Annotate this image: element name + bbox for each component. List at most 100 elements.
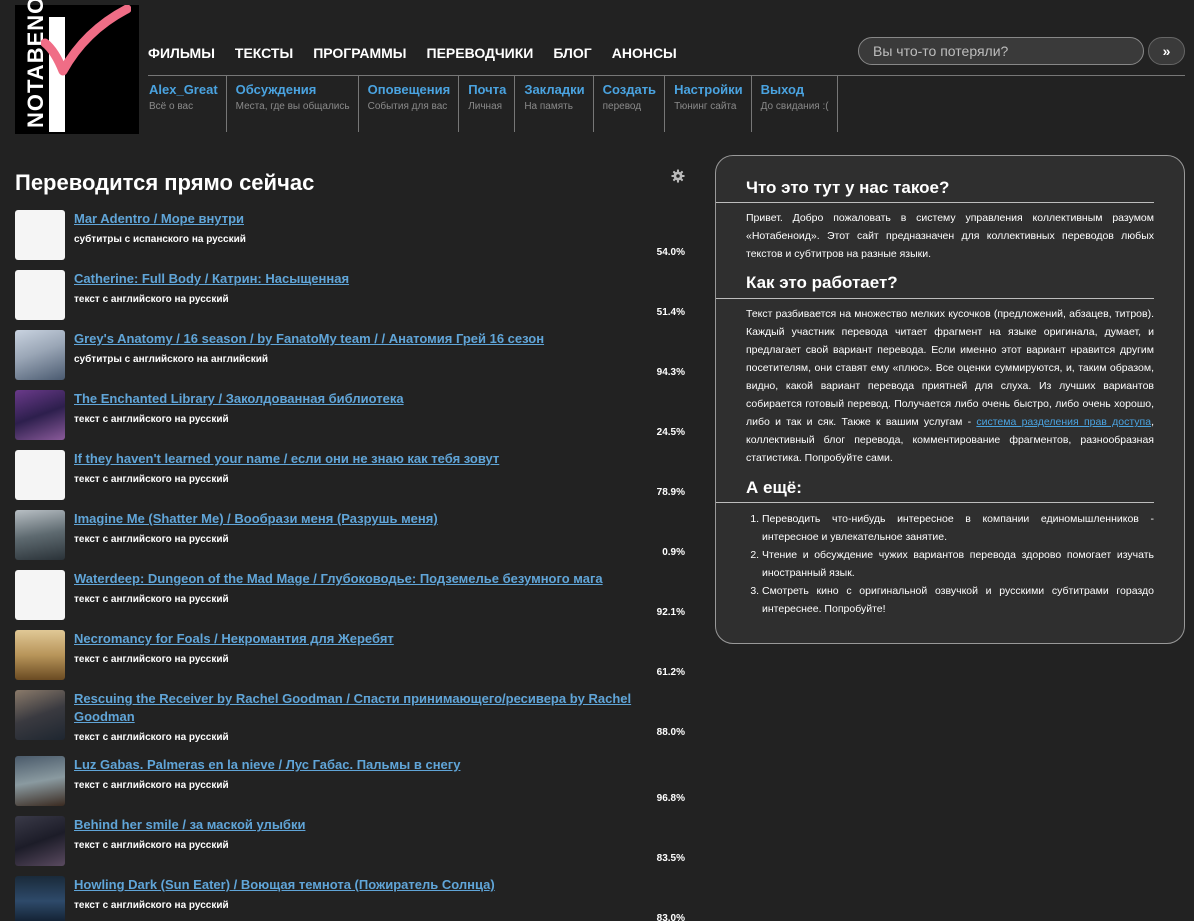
translation-language: текст с английского на русский <box>74 474 229 485</box>
translation-progress: 88.0% <box>656 727 685 738</box>
cover-thumbnail[interactable] <box>15 756 65 806</box>
main-nav: ФИЛЬМЫ ТЕКСТЫ ПРОГРАММЫ ПЕРЕВОДЧИКИ БЛОГ… <box>148 45 697 61</box>
translation-language: текст с английского на русский <box>74 900 229 911</box>
user-nav-label: Создать <box>602 82 657 97</box>
nav-translators[interactable]: ПЕРЕВОДЧИКИ <box>427 45 534 61</box>
cover-thumbnail[interactable] <box>15 450 65 500</box>
list-item: Rescuing the Receiver by Rachel Goodman … <box>15 690 687 756</box>
list-item: Howling Dark (Sun Eater) / Воющая темнот… <box>15 876 687 921</box>
user-nav-label: Закладки <box>524 82 585 97</box>
translation-language: текст с английского на русский <box>74 654 229 665</box>
cover-thumbnail[interactable] <box>15 270 65 320</box>
cover-thumbnail[interactable] <box>15 330 65 380</box>
panel-divider <box>716 202 1154 203</box>
user-nav: Alex_Great Всё о вас Обсуждения Места, г… <box>140 76 838 133</box>
user-nav-label: Почта <box>468 82 507 97</box>
cover-thumbnail[interactable] <box>15 510 65 560</box>
translation-title[interactable]: Grey's Anatomy / 16 season / by FanatoMy… <box>74 330 654 348</box>
list-item: Behind her smile / за маской улыбки текс… <box>15 816 687 876</box>
cover-thumbnail[interactable] <box>15 816 65 866</box>
list-item: Переводить что-нибудь интересное в компа… <box>762 510 1154 546</box>
user-nav-desc: Места, где вы общались <box>235 101 350 112</box>
user-nav-label: Оповещения <box>367 82 451 97</box>
translation-title[interactable]: Howling Dark (Sun Eater) / Воющая темнот… <box>74 876 654 894</box>
translation-title[interactable]: Imagine Me (Shatter Me) / Вообрази меня … <box>74 510 654 528</box>
user-nav-desc: Личная <box>468 101 503 112</box>
site-logo[interactable]: NOTABENOID <box>15 0 139 134</box>
translation-language: текст с английского на русский <box>74 840 229 851</box>
translation-progress: 54.0% <box>656 247 685 258</box>
translation-title[interactable]: Necromancy for Foals / Некромантия для Ж… <box>74 630 654 648</box>
user-nav-profile[interactable]: Alex_Great Всё о вас <box>140 76 227 132</box>
panel-heading-what: Что это тут у нас такое? <box>746 178 950 197</box>
user-nav-desc: Тюнинг сайта <box>674 101 737 112</box>
user-nav-discussions[interactable]: Обсуждения Места, где вы общались <box>227 76 359 132</box>
translation-language: текст с английского на русский <box>74 594 229 605</box>
nav-programs[interactable]: ПРОГРАММЫ <box>313 45 406 61</box>
user-nav-create[interactable]: Создать перевод <box>594 76 666 132</box>
translation-language: текст с английского на русский <box>74 534 229 545</box>
translation-title[interactable]: Rescuing the Receiver by Rachel Goodman … <box>74 690 654 726</box>
translation-progress: 94.3% <box>656 367 685 378</box>
nav-announcements[interactable]: АНОНСЫ <box>612 45 677 61</box>
translation-language: текст с английского на русский <box>74 414 229 425</box>
panel-how-text: Текст разбивается на множество мелких ку… <box>746 305 1154 467</box>
user-nav-mail[interactable]: Почта Личная <box>459 76 516 132</box>
translation-title[interactable]: Behind her smile / за маской улыбки <box>74 816 654 834</box>
list-item: Mar Adentro / Море внутри субтитры с исп… <box>15 210 687 270</box>
translation-title[interactable]: Mar Adentro / Море внутри <box>74 210 654 228</box>
translation-progress: 51.4% <box>656 307 685 318</box>
list-item: Waterdeep: Dungeon of the Mad Mage / Глу… <box>15 570 687 630</box>
section-title: Переводится прямо сейчас <box>15 170 315 195</box>
user-nav-logout[interactable]: Выход До свидания :( <box>752 76 838 132</box>
panel-divider <box>716 502 1154 503</box>
cover-thumbnail[interactable] <box>15 690 65 740</box>
user-nav-label: Alex_Great <box>149 82 218 97</box>
user-nav-label: Обсуждения <box>235 82 317 97</box>
translation-language: текст с английского на русский <box>74 780 229 791</box>
list-item: Luz Gabas. Palmeras en la nieve / Лус Га… <box>15 756 687 816</box>
user-nav-desc: События для вас <box>367 101 448 112</box>
user-nav-notifications[interactable]: Оповещения События для вас <box>359 76 460 132</box>
gear-icon[interactable] <box>671 169 685 183</box>
translation-progress: 78.9% <box>656 487 685 498</box>
user-nav-label: Выход <box>760 82 805 97</box>
translation-progress: 61.2% <box>656 667 685 678</box>
translation-title[interactable]: If they haven't learned your name / если… <box>74 450 654 468</box>
panel-heading-more: А ещё: <box>746 478 802 497</box>
translation-language: субтитры с испанского на русский <box>74 234 246 245</box>
panel-benefits-list: Переводить что-нибудь интересное в компа… <box>746 510 1154 618</box>
panel-heading-how: Как это работает? <box>746 273 898 292</box>
cover-thumbnail[interactable] <box>15 210 65 260</box>
translation-language: текст с английского на русский <box>74 732 229 743</box>
info-panel: Что это тут у нас такое? Привет. Добро п… <box>715 155 1185 644</box>
user-nav-settings[interactable]: Настройки Тюнинг сайта <box>665 76 752 132</box>
user-nav-desc: До свидания :( <box>760 101 829 112</box>
translation-language: субтитры с английского на английский <box>74 354 269 365</box>
cover-thumbnail[interactable] <box>15 630 65 680</box>
user-nav-desc: Всё о вас <box>149 101 194 112</box>
cover-thumbnail[interactable] <box>15 876 65 921</box>
panel-divider <box>716 298 1154 299</box>
translation-language: текст с английского на русский <box>74 294 229 305</box>
cover-thumbnail[interactable] <box>15 390 65 440</box>
translation-progress: 92.1% <box>656 607 685 618</box>
translation-title[interactable]: Waterdeep: Dungeon of the Mad Mage / Глу… <box>74 570 654 588</box>
translation-title[interactable]: Catherine: Full Body / Катрин: Насыщенна… <box>74 270 654 288</box>
search-input[interactable] <box>858 37 1144 65</box>
user-nav-desc: На память <box>524 101 573 112</box>
user-nav-desc: перевод <box>602 101 642 112</box>
search-button[interactable]: » <box>1148 37 1185 65</box>
translation-progress: 24.5% <box>656 427 685 438</box>
panel-how-text-part: Текст разбивается на множество мелких ку… <box>746 308 1154 428</box>
user-nav-bookmarks[interactable]: Закладки На память <box>515 76 594 132</box>
access-rights-link[interactable]: система разделения прав доступа <box>976 416 1151 428</box>
nav-films[interactable]: ФИЛЬМЫ <box>148 45 215 61</box>
cover-thumbnail[interactable] <box>15 570 65 620</box>
list-item: Catherine: Full Body / Катрин: Насыщенна… <box>15 270 687 330</box>
translation-title[interactable]: The Enchanted Library / Заколдованная би… <box>74 390 654 408</box>
translation-progress: 83.5% <box>656 853 685 864</box>
nav-texts[interactable]: ТЕКСТЫ <box>235 45 293 61</box>
nav-blog[interactable]: БЛОГ <box>553 45 591 61</box>
translation-title[interactable]: Luz Gabas. Palmeras en la nieve / Лус Га… <box>74 756 654 774</box>
